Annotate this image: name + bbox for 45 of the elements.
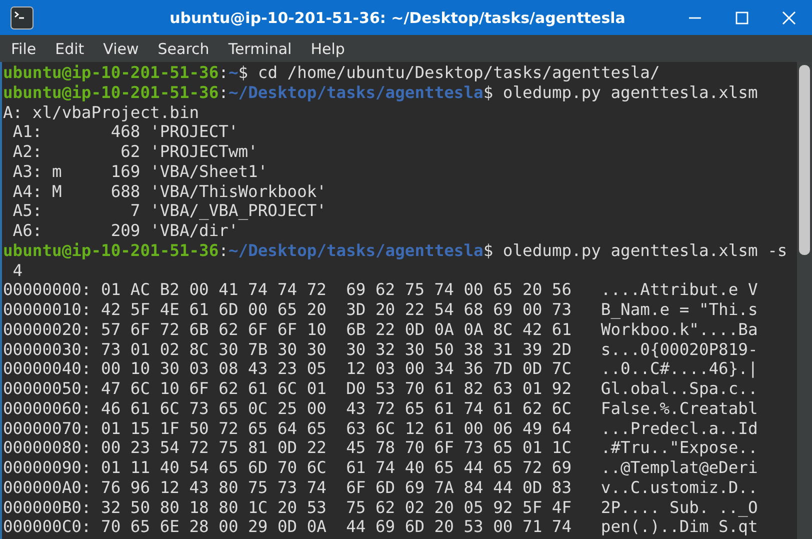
prompt-path: ~/Desktop/tasks/agenttesla bbox=[228, 240, 484, 260]
output-line: 000000C0: 70 65 6E 28 00 29 0D 0A 44 69 6D 20 53 00 71 74 pen(.)..Dim S.qt bbox=[3, 517, 759, 537]
command-text: $ cd /home/ubuntu/Desktop/tasks/agenttesla/ bbox=[238, 63, 660, 82]
output-line: 00000010: 42 5F 4E 61 6D 00 65 20 3D 20 22 54 68 69 00 73 B_Nam.e = "Thi.s bbox=[3, 300, 759, 320]
menu-item[interactable]: View bbox=[96, 36, 146, 60]
menu-item[interactable]: Help bbox=[304, 36, 352, 60]
menu-item[interactable]: Terminal bbox=[221, 36, 299, 60]
command-text: $ oledump.py agenttesla.xlsm bbox=[483, 82, 758, 102]
output-line: A2: 62 'PROJECTwm' bbox=[12, 142, 259, 162]
output-line: A: xl/vbaProject.bin bbox=[3, 102, 200, 122]
terminal-icon bbox=[10, 6, 34, 30]
prompt-host: ubuntu@ip-10-201-51-36 bbox=[3, 240, 219, 260]
output-line: 00000020: 57 6F 72 6B 62 6F 6F 10 6B 22 0D 0A 0A 8C 42 61 Workboo.k"....Ba bbox=[3, 320, 759, 340]
prompt-host: ubuntu@ip-10-201-51-36 bbox=[3, 63, 219, 82]
output-line: 000000B0: 32 50 80 18 80 1C 20 53 75 62 02 20 05 92 5F 4F 2P.... Sub. .._O bbox=[3, 498, 759, 518]
command-text: $ oledump.py agenttesla.xlsm -s bbox=[483, 240, 788, 260]
output-line: A4: M 688 'VBA/ThisWorkbook' bbox=[12, 182, 328, 202]
output-line: 00000060: 46 61 6C 73 65 0C 25 00 43 72 65 61 74 61 62 6C False.%.Creatabl bbox=[3, 398, 759, 418]
output-line: 00000080: 00 23 54 72 75 81 0D 22 45 78 70 6F 73 65 01 1C .#Tru.."Expose.. bbox=[3, 438, 759, 458]
output-line: A5: 7 'VBA/_VBA_PROJECT' bbox=[12, 201, 328, 221]
output-line: 00000000: 01 AC B2 00 41 74 74 72 69 62 75 74 00 65 20 56 ....Attribut.e V bbox=[3, 280, 759, 300]
prompt-path: ~/Desktop/tasks/agenttesla bbox=[228, 82, 484, 102]
output-line: 00000050: 47 6C 10 6F 62 61 6C 01 D0 53 70 61 82 63 01 92 Gl.obal..Spa.c.. bbox=[3, 379, 759, 399]
output-line: 000000A0: 76 96 12 43 80 75 73 74 6F 6D 69 7A 84 44 0D 83 v..C.ustomiz.D.. bbox=[3, 478, 759, 498]
prompt-path: ~ bbox=[228, 63, 238, 82]
prompt-host: ubuntu@ip-10-201-51-36 bbox=[3, 82, 219, 102]
menu-item[interactable]: Edit bbox=[48, 36, 92, 60]
prompt-separator: : bbox=[218, 82, 228, 102]
menu-item[interactable]: File bbox=[4, 36, 44, 60]
maximize-icon bbox=[734, 10, 748, 24]
output-line: 4 bbox=[12, 260, 24, 280]
window-title: ubuntu@ip-10-201-51-36: ~/Desktop/tasks/agenttesla bbox=[168, 8, 626, 26]
minimize-icon bbox=[688, 16, 702, 18]
prompt-separator: : bbox=[218, 63, 228, 82]
output-line: 00000040: 00 10 30 03 08 43 23 05 12 03 00 34 36 7D 0D 7C ..0..C#....46}.| bbox=[3, 359, 759, 379]
output-line: A1: 468 'PROJECT' bbox=[12, 122, 240, 142]
output-line: A6: 209 'VBA/dir' bbox=[12, 221, 240, 241]
output-line: 00000070: 01 15 1F 50 72 65 64 65 63 6C 12 61 00 06 49 64 ...Predecl.a..Id bbox=[3, 418, 759, 438]
output-line: 00000090: 01 11 40 54 65 6D 70 6C 61 74 40 65 44 65 72 69 ..@Templat@eDeri bbox=[3, 458, 759, 478]
prompt-separator: : bbox=[218, 240, 228, 260]
output-line: A3: m 169 'VBA/Sheet1' bbox=[12, 162, 269, 182]
scrollbar-thumb[interactable] bbox=[799, 65, 810, 255]
close-icon bbox=[782, 10, 796, 24]
output-line: 00000030: 73 01 02 8C 30 7B 30 30 30 32 30 50 38 31 39 2D s...0{00020P819- bbox=[3, 340, 759, 360]
menu-item[interactable]: Search bbox=[150, 36, 216, 60]
